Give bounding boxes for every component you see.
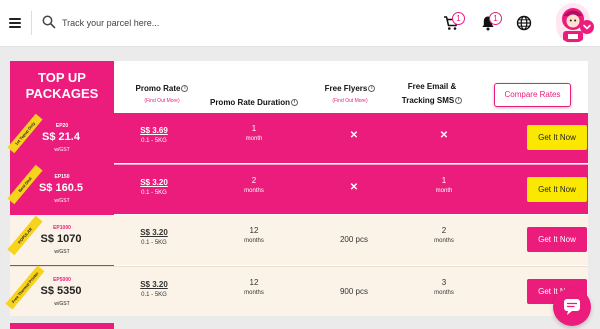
package-price: S$ 21.4: [42, 131, 80, 143]
package-price: S$ 160.5: [38, 182, 84, 194]
package-label-ep20: 1st Topup Only EP20 S$ 21.4 w/GST: [7, 113, 114, 163]
table-row: S$ 3.20 0.1 - 5KG 12 months 200 pcs 2 month…: [114, 215, 588, 265]
free-flyers-find-out-more-link[interactable]: (Find Out More): [315, 98, 385, 104]
gst-note: w/GST: [54, 249, 70, 255]
menu-icon[interactable]: [9, 18, 21, 28]
flyers-value: 900 pcs: [339, 287, 369, 296]
promo-rate-find-out-more-link[interactable]: (Find Out More): [122, 98, 202, 104]
packages-card: TOP UP PACKAGES Promo Rate i (Find Out Mo…: [5, 61, 588, 316]
table-row: S$ 3.20 0.1 - 5KG 2 months ✕ 1 month Get It…: [114, 164, 588, 214]
package-price: S$ 5350: [40, 285, 82, 297]
col-email-sms-label: Free Email & Tracking SMS: [401, 82, 457, 105]
weight-range: 0.1 - 5KG: [141, 292, 167, 298]
get-it-now-button[interactable]: Get It Now: [527, 177, 587, 202]
weight-range: 0.1 - 5KG: [141, 190, 167, 196]
cart-badge: 1: [452, 12, 465, 25]
duration-value: 2: [251, 176, 257, 185]
package-code: EP5000: [53, 277, 71, 283]
duration-unit: month: [245, 136, 263, 142]
sms-value: 1: [441, 176, 447, 185]
promo-rate-value: S$ 3.20: [140, 178, 168, 187]
duration-unit: months: [244, 188, 264, 194]
get-it-now-button[interactable]: Get It Now: [527, 125, 587, 150]
promo-rate-value: S$ 3.20: [140, 280, 168, 289]
duration-value: 1: [251, 124, 257, 133]
col-email-sms: Free Email & Tracking SMS i: [398, 61, 466, 113]
get-it-now-button[interactable]: Get It Now: [527, 227, 587, 252]
package-code: EP1000: [53, 225, 71, 231]
top-bar: 1 1: [0, 0, 600, 47]
info-icon[interactable]: i: [181, 85, 189, 92]
col-promo-rate-label: Promo Rate: [135, 84, 181, 93]
info-icon[interactable]: i: [291, 99, 298, 106]
weight-range: 0.1 - 5KG: [141, 138, 167, 144]
package-price: S$ 1070: [40, 233, 82, 245]
sms-unit: months: [434, 290, 454, 296]
package-label-ep1000: POPULAR EP1000 S$ 1070 w/GST: [7, 215, 114, 265]
gst-note: w/GST: [54, 301, 70, 307]
promo-rate-value: S$ 3.69: [140, 126, 168, 135]
packages-title: TOP UP PACKAGES: [25, 70, 99, 101]
package-label-ep5000: Free Thermal Printer EP5000 S$ 5350 w/GS…: [5, 265, 114, 316]
globe-icon[interactable]: [516, 15, 532, 31]
info-icon[interactable]: i: [368, 85, 376, 92]
package-code: EP150: [54, 174, 70, 180]
compare-rates-button[interactable]: Compare Rates: [494, 83, 571, 107]
notification-badge: 1: [489, 12, 502, 25]
table-row: S$ 3.20 0.1 - 5KG 12 months 900 pcs 3 month…: [114, 266, 588, 316]
avatar-dropdown-button[interactable]: [580, 20, 594, 34]
col-free-flyers: Free Flyers i (Find Out More): [315, 61, 385, 113]
divider: [31, 11, 32, 35]
search-icon: [42, 15, 56, 29]
not-included-icon: ✕: [349, 130, 359, 141]
col-duration: Promo Rate Duration i: [206, 61, 302, 113]
duration-unit: months: [244, 238, 264, 244]
gst-note: w/GST: [54, 198, 70, 204]
weight-range: 0.1 - 5KG: [141, 240, 167, 246]
sms-value: 3: [441, 278, 447, 287]
info-icon[interactable]: i: [455, 97, 463, 104]
table-row: S$ 3.69 0.1 - 5KG 1 month ✕ ✕ Get It Now: [114, 113, 588, 163]
next-section-strip: [10, 323, 114, 329]
promo-rate-value: S$ 3.20: [140, 228, 168, 237]
duration-value: 12: [249, 278, 259, 287]
sms-unit: months: [434, 238, 454, 244]
col-free-flyers-label: Free Flyers: [324, 84, 368, 93]
not-included-icon: ✕: [349, 182, 359, 193]
chat-button[interactable]: [553, 288, 591, 326]
sms-unit: month: [435, 188, 453, 194]
chat-icon: [564, 299, 580, 315]
col-promo-rate: Promo Rate i (Find Out More): [122, 61, 202, 113]
search-input[interactable]: [62, 12, 362, 34]
chevron-down-icon: [583, 24, 591, 30]
col-duration-label: Promo Rate Duration: [209, 98, 290, 107]
sms-value: 2: [441, 226, 447, 235]
duration-value: 12: [249, 226, 259, 235]
gst-note: w/GST: [54, 147, 70, 153]
flyers-value: 200 pcs: [339, 235, 369, 244]
duration-unit: months: [244, 290, 264, 296]
not-included-icon: ✕: [439, 130, 449, 141]
package-code: EP20: [55, 123, 69, 129]
package-label-ep150: Best Deal EP150 S$ 160.5 w/GST: [7, 164, 114, 214]
